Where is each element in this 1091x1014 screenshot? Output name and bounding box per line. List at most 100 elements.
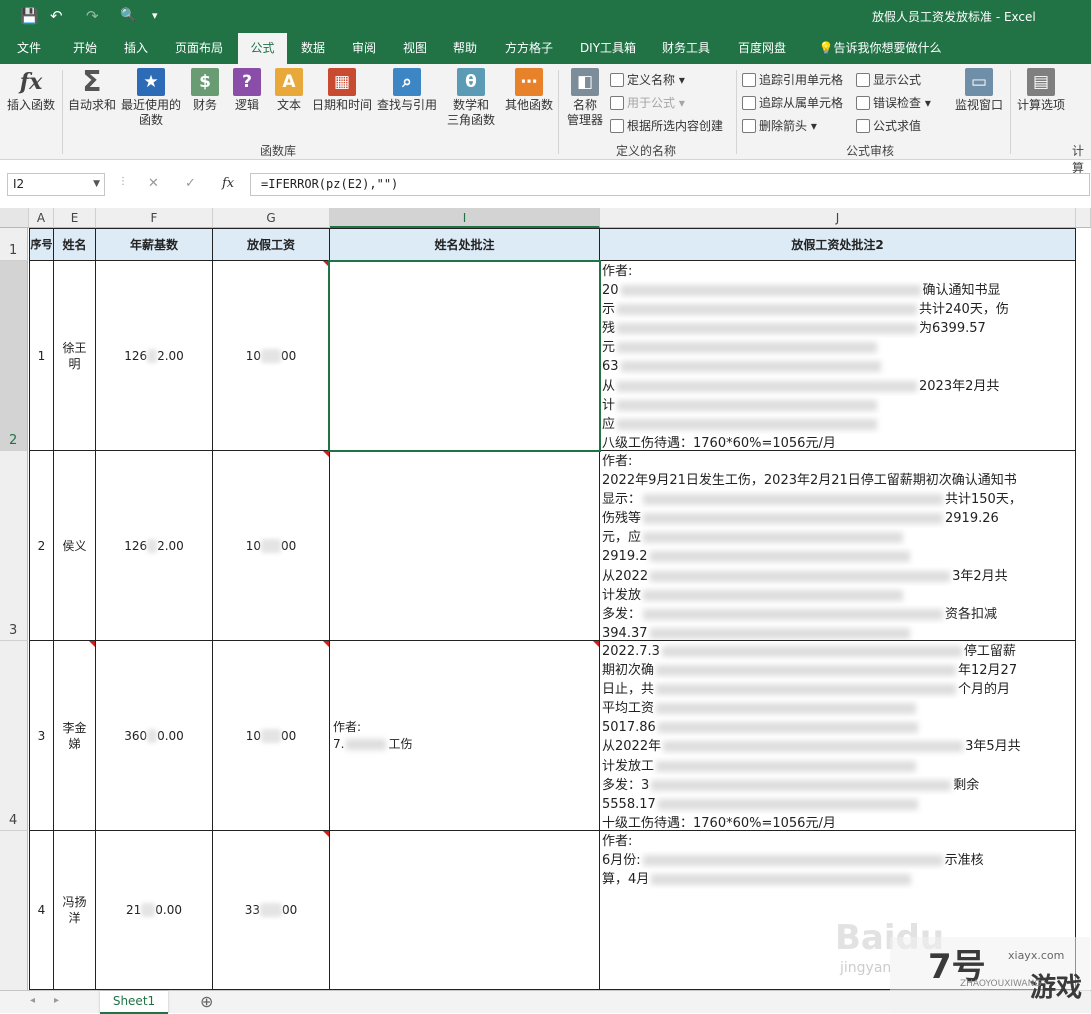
worksheet-grid[interactable]: A E F G I J 1 2 3 4 序号 姓名 年薪基数 放假工资 姓名处批… (0, 208, 1091, 990)
tab-finance-tools[interactable]: 财务工具 (656, 33, 716, 64)
name-cell[interactable]: 侯义 (54, 451, 96, 641)
enter-icon[interactable]: ✓ (185, 176, 196, 191)
column-header-next[interactable] (1076, 208, 1091, 228)
row-header-2[interactable]: 2 (0, 261, 28, 451)
tab-home[interactable]: 开始 (60, 33, 110, 64)
header-cell-leave-pay[interactable]: 放假工资 (213, 228, 330, 261)
redo-icon[interactable]: ↷ (86, 6, 99, 26)
create-from-selection-button[interactable]: 根据所选内容创建 (610, 118, 723, 134)
save-icon[interactable]: 💾 (20, 6, 39, 26)
row-header-4[interactable]: 4 (0, 641, 28, 831)
column-header-j[interactable]: J (600, 208, 1076, 228)
error-checking-button[interactable]: 错误检查 ▾ (856, 95, 931, 111)
date-time-button[interactable]: ▦ 日期和时间 (310, 68, 374, 113)
column-header-g[interactable]: G (213, 208, 330, 228)
name-note-cell[interactable] (330, 831, 600, 990)
tab-help[interactable]: 帮助 (444, 33, 486, 64)
show-formulas-button[interactable]: 显示公式 (856, 72, 921, 88)
leave-pay-cell[interactable]: 33 00 (213, 831, 330, 990)
evaluate-formula-button[interactable]: 公式求值 (856, 118, 921, 134)
fx-icon: fx (19, 69, 43, 95)
add-sheet-icon[interactable]: ⊕ (200, 992, 213, 1011)
tab-review[interactable]: 审阅 (343, 33, 385, 64)
tab-view[interactable]: 视图 (394, 33, 436, 64)
name-note-cell[interactable] (330, 451, 600, 641)
comment-indicator[interactable] (593, 641, 599, 647)
header-cell-salary-base[interactable]: 年薪基数 (96, 228, 213, 261)
name-cell[interactable]: 徐王明 (54, 261, 96, 451)
name-cell[interactable]: 冯扬洋 (54, 831, 96, 990)
recently-used-button[interactable]: ★ 最近使用的 函数 (120, 68, 182, 128)
pay-note-cell[interactable]: 作者: 20 确认通知书显示 共计240天，伤残 为6399.57 元 63 从 2023年2月… (600, 261, 1076, 451)
trace-dependents-button[interactable]: 追踪从属单元格 (742, 95, 843, 111)
customize-qat-icon[interactable]: ▾ (152, 6, 158, 26)
tab-formulas[interactable]: 公式 (238, 33, 287, 64)
tab-data[interactable]: 数据 (292, 33, 334, 64)
tab-ffcell[interactable]: 方方格子 (500, 33, 558, 64)
row-header-1[interactable]: 1 (0, 228, 28, 261)
comment-indicator[interactable] (323, 831, 329, 837)
use-in-formula-button[interactable]: 用于公式 ▾ (610, 95, 685, 111)
select-all-corner[interactable] (0, 208, 29, 228)
formula-input[interactable]: =IFERROR(pz(E2),"") (250, 173, 1090, 196)
sheet-tab-sheet1[interactable]: Sheet1 (100, 991, 168, 1014)
seq-cell[interactable]: 1 (29, 261, 54, 451)
salary-base-cell[interactable]: 126 2.00 (96, 261, 213, 451)
salary-base-cell[interactable]: 360 0.00 (96, 641, 213, 831)
header-cell-name[interactable]: 姓名 (54, 228, 96, 261)
row-header-3[interactable]: 3 (0, 451, 28, 641)
financial-button[interactable]: $ 财务 (186, 68, 224, 113)
salary-base-cell[interactable]: 126 2.00 (96, 451, 213, 641)
fx-icon[interactable]: fx (222, 176, 234, 191)
leave-pay-cell[interactable]: 10 00 (213, 451, 330, 641)
pay-note-cell[interactable]: 2022.7.3 停工留薪 期初次确 年12月27 日止，共 个月的月 平均工资 5017.8… (600, 641, 1076, 831)
name-box[interactable]: I2 ▼ (7, 173, 105, 196)
seq-cell[interactable]: 4 (29, 831, 54, 990)
remove-arrows-button[interactable]: 删除箭头 ▾ (742, 118, 817, 134)
seq-cell[interactable]: 3 (29, 641, 54, 831)
define-name-button[interactable]: 定义名称 ▾ (610, 72, 685, 88)
more-functions-button[interactable]: ⋯ 其他函数 (504, 68, 554, 113)
tab-page-layout[interactable]: 页面布局 (166, 33, 232, 64)
chevron-down-icon[interactable]: ▼ (93, 174, 100, 195)
column-header-f[interactable]: F (96, 208, 213, 228)
scroll-left-icon[interactable]: ◂ (30, 995, 35, 1006)
header-cell-name-note[interactable]: 姓名处批注 (330, 228, 600, 261)
calculation-options-button[interactable]: ▤ 计算选项 (1012, 68, 1070, 113)
autosum-button[interactable]: Σ 自动求和 (66, 68, 118, 113)
math-trig-button[interactable]: θ 数学和 三角函数 (440, 68, 502, 128)
text-functions-button[interactable]: A 文本 (270, 68, 308, 113)
seq-cell[interactable]: 2 (29, 451, 54, 641)
undo-icon[interactable]: ↶ (50, 6, 63, 26)
print-preview-icon[interactable]: 🔍 (120, 6, 136, 26)
cancel-icon[interactable]: ✕ (148, 176, 159, 191)
pay-note-cell[interactable]: 作者: 2022年9月21日发生工伤，2023年2月21日停工留薪期初次确认通知书… (600, 451, 1076, 641)
tab-insert[interactable]: 插入 (112, 33, 160, 64)
leave-pay-cell[interactable]: 10 00 (213, 641, 330, 831)
watch-window-button[interactable]: ▭ 监视窗口 (950, 68, 1008, 113)
leave-pay-cell[interactable]: 10 00 (213, 261, 330, 451)
column-header-e[interactable]: E (54, 208, 96, 228)
insert-function-button[interactable]: fx 插入函数 (4, 68, 58, 113)
note-text-part: 停工留薪 (963, 644, 1016, 659)
column-header-i[interactable]: I (330, 208, 600, 228)
salary-base-cell[interactable]: 21 0.00 (96, 831, 213, 990)
comment-indicator[interactable] (323, 641, 329, 647)
lookup-reference-button[interactable]: ⌕ 查找与引用 (376, 68, 438, 113)
tell-me-search[interactable]: 💡告诉我你想要做什么 (810, 33, 950, 64)
logical-button[interactable]: ? 逻辑 (228, 68, 266, 113)
tab-baidu-netdisk[interactable]: 百度网盘 (732, 33, 792, 64)
name-note-cell[interactable]: 作者: 7. 工伤 (330, 641, 600, 831)
tab-file[interactable]: 文件 (4, 33, 54, 64)
redacted-blur (261, 538, 281, 553)
scroll-right-icon[interactable]: ▸ (54, 995, 59, 1006)
column-header-a[interactable]: A (29, 208, 54, 228)
name-cell[interactable]: 李金娣 (54, 641, 96, 831)
name-manager-button[interactable]: ◧ 名称 管理器 (562, 68, 608, 128)
header-cell-pay-note[interactable]: 放假工资处批注2 (600, 228, 1076, 261)
trace-precedents-button[interactable]: 追踪引用单元格 (742, 72, 843, 88)
comment-indicator[interactable] (89, 641, 95, 647)
header-cell-seq[interactable]: 序号 (29, 228, 54, 261)
tab-diy-toolbox[interactable]: DIY工具箱 (576, 33, 640, 64)
row-header-5[interactable] (0, 831, 28, 990)
